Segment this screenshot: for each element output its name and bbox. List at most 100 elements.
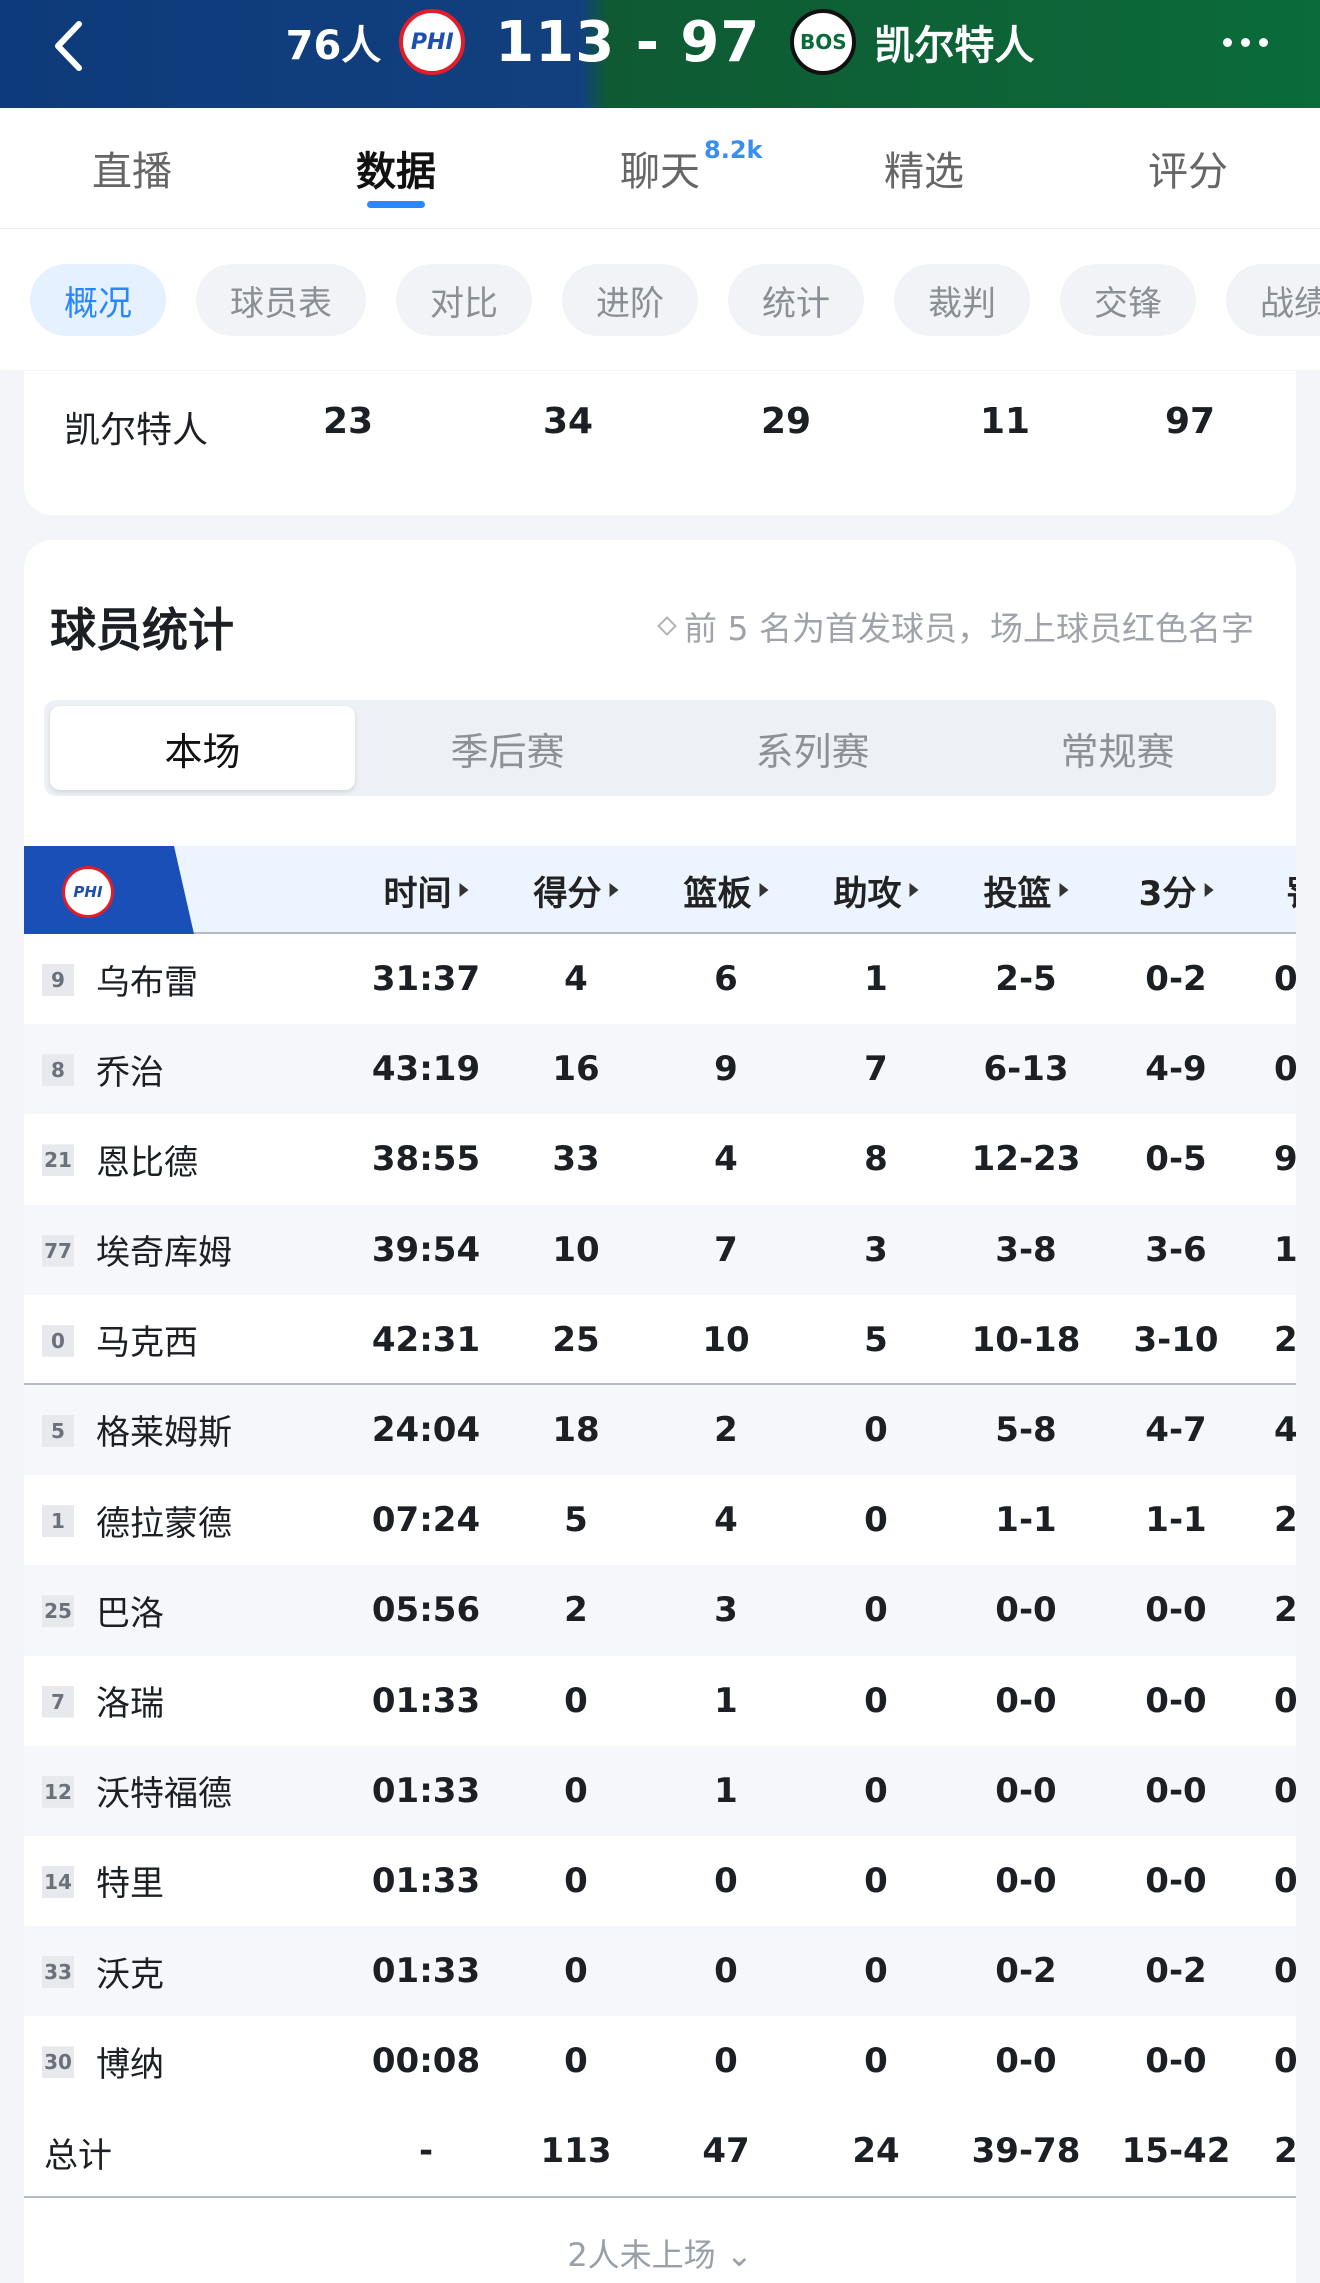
stat-cell: 0 — [1274, 959, 1296, 999]
stat-cell: 0 — [864, 1680, 888, 1721]
stat-cell: 4-7 — [1145, 1409, 1207, 1450]
total-points: 113 — [540, 2131, 612, 2171]
away-team-name: 凯尔特人 — [874, 23, 1035, 69]
player-row[interactable]: 8 乔治 43:19 16 9 7 6-13 4-9 0 — [24, 1024, 1296, 1115]
player-row[interactable]: 77 埃奇库姆 39:54 10 7 3 3-8 3-6 1 — [24, 1204, 1296, 1295]
chat-count-badge: 8.2k — [704, 136, 763, 164]
col-label: 罚 — [1286, 866, 1296, 915]
col-header-rebounds[interactable]: 篮板 — [684, 846, 769, 934]
jersey-number: 8 — [42, 1054, 74, 1087]
tab-ratings[interactable]: 评分 — [1056, 108, 1320, 228]
stat-cell: 9 — [714, 1049, 738, 1090]
subtab-advanced[interactable]: 进阶 — [562, 264, 698, 336]
player-row[interactable]: 33 沃克 01:33 0 0 0 0-2 0-2 0 — [24, 1926, 1296, 2017]
stat-cell: 1 — [714, 1770, 738, 1811]
col-header-fg[interactable]: 投篮 — [984, 846, 1069, 934]
player-name[interactable]: 特里 — [96, 1836, 164, 1926]
tab-chat[interactable]: 聊天 8.2k — [528, 108, 792, 228]
stat-cell: 00:08 — [371, 2041, 481, 2082]
col-header-points[interactable]: 得分 — [534, 846, 619, 934]
stat-cell: 0-2 — [1145, 1951, 1207, 1992]
stat-cell: 38:55 — [371, 1139, 481, 1180]
team-logo-text: PHI — [73, 883, 103, 901]
tab-highlights[interactable]: 精选 — [792, 108, 1056, 228]
jersey-number: 12 — [42, 1775, 74, 1808]
player-name[interactable]: 恩比德 — [96, 1114, 198, 1204]
jersey-number: 77 — [42, 1234, 74, 1267]
stat-cell: 01:33 — [371, 1951, 481, 1992]
jersey-number: 5 — [42, 1414, 74, 1447]
player-name[interactable]: 博纳 — [96, 2016, 164, 2106]
stat-cell: 0-0 — [1145, 1770, 1207, 1811]
player-row[interactable]: 0 马克西 42:31 25 10 5 10-18 3-10 2 — [24, 1295, 1296, 1385]
tab-label: 精选 — [884, 149, 964, 195]
subtab-stats[interactable]: 统计 — [728, 264, 864, 336]
q1-score: 23 — [322, 401, 374, 442]
col-header-assists[interactable]: 助攻 — [834, 846, 919, 934]
player-row[interactable]: 25 巴洛 05:56 2 3 0 0-0 0-0 2 — [24, 1565, 1296, 1656]
stat-cell: 01:33 — [371, 1770, 481, 1811]
total-rebounds: 47 — [702, 2131, 750, 2171]
stat-cell: 0 — [864, 1770, 888, 1811]
stat-cell: 0-2 — [995, 1951, 1057, 1992]
player-row[interactable]: 5 格莱姆斯 24:04 18 2 0 5-8 4-7 4 — [24, 1384, 1296, 1476]
subtab-head-to-head[interactable]: 交锋 — [1060, 264, 1196, 336]
player-row[interactable]: 9 乌布雷 31:37 4 6 1 2-5 0-2 0 — [24, 934, 1296, 1024]
segment-series[interactable]: 系列赛 — [660, 706, 965, 790]
col-header-time[interactable]: 时间 — [384, 846, 469, 934]
player-name[interactable]: 沃克 — [96, 1926, 164, 2016]
stat-cell: 0 — [864, 2041, 888, 2082]
segment-regular-season[interactable]: 常规赛 — [965, 706, 1270, 790]
player-name[interactable]: 沃特福德 — [96, 1746, 232, 1836]
player-name[interactable]: 乔治 — [96, 1024, 164, 1114]
col-label: 时间 — [383, 873, 452, 914]
q2-score: 34 — [542, 401, 594, 442]
player-row[interactable]: 12 沃特福德 01:33 0 1 0 0-0 0-0 0 — [24, 1745, 1296, 1836]
subtab-overview[interactable]: 概况 — [30, 264, 166, 336]
total-3pt: 15-42 — [1121, 2131, 1231, 2171]
tab-data[interactable]: 数据 — [264, 108, 528, 228]
tab-label: 评分 — [1148, 149, 1228, 195]
stat-cell: 42:31 — [371, 1319, 481, 1360]
stat-cell: 0-0 — [1145, 2041, 1207, 2082]
player-name[interactable]: 巴洛 — [96, 1565, 164, 1655]
player-name[interactable]: 马克西 — [96, 1295, 198, 1385]
player-row[interactable]: 30 博纳 00:08 0 0 0 0-0 0-0 0 — [24, 2016, 1296, 2106]
total-label: 总计 — [44, 2135, 112, 2176]
player-row[interactable]: 1 德拉蒙德 07:24 5 4 0 1-1 1-1 2 — [24, 1475, 1296, 1565]
stat-cell: 31:37 — [371, 959, 481, 999]
player-row[interactable]: 14 特里 01:33 0 0 0 0-0 0-0 0 — [24, 1836, 1296, 1926]
player-name[interactable]: 德拉蒙德 — [96, 1475, 232, 1565]
player-row[interactable]: 7 洛瑞 01:33 0 1 0 0-0 0-0 0 — [24, 1656, 1296, 1746]
more-options-button[interactable] — [1210, 22, 1280, 62]
col-header-3pt[interactable]: 3分 — [1139, 846, 1214, 934]
subtab-referee[interactable]: 裁判 — [894, 264, 1030, 336]
stat-cell: 12-23 — [971, 1139, 1081, 1180]
stat-cell: 0 — [564, 1951, 588, 1992]
segment-this-game[interactable]: 本场 — [50, 706, 355, 790]
segment-playoffs[interactable]: 季后赛 — [355, 706, 660, 790]
jersey-number: 25 — [42, 1595, 74, 1628]
stat-cell: 0 — [714, 2041, 738, 2082]
subtab-compare[interactable]: 对比 — [396, 264, 532, 336]
stat-cell: 0-0 — [1145, 1680, 1207, 1721]
stat-cell: 5 — [564, 1500, 588, 1541]
player-row[interactable]: 21 恩比德 38:55 33 4 8 12-23 0-5 9 — [24, 1114, 1296, 1204]
stat-cell: 4 — [1274, 1409, 1296, 1450]
tab-live[interactable]: 直播 — [0, 108, 264, 228]
player-name[interactable]: 格莱姆斯 — [96, 1385, 232, 1475]
col-header-ft[interactable]: 罚 — [1286, 846, 1296, 934]
total-fg: 39-78 — [971, 2131, 1081, 2171]
stat-cell: 1-1 — [995, 1500, 1057, 1541]
tab-label: 数据 — [356, 149, 436, 195]
player-name[interactable]: 洛瑞 — [96, 1656, 164, 1746]
q4-score: 11 — [979, 401, 1031, 442]
player-name[interactable]: 埃奇库姆 — [96, 1205, 232, 1295]
subtab-roster[interactable]: 球员表 — [196, 264, 366, 336]
subtab-record[interactable]: 战绩 — [1226, 264, 1320, 336]
player-name[interactable]: 乌布雷 — [96, 934, 198, 1024]
did-not-play-toggle[interactable]: 2人未上场 ⌄ — [24, 2230, 1296, 2276]
col-label: 得分 — [533, 873, 602, 914]
stat-cell: 7 — [864, 1049, 888, 1090]
sub-tab-bar: 概况 球员表 对比 进阶 统计 裁判 交锋 战绩 — [0, 228, 1320, 370]
